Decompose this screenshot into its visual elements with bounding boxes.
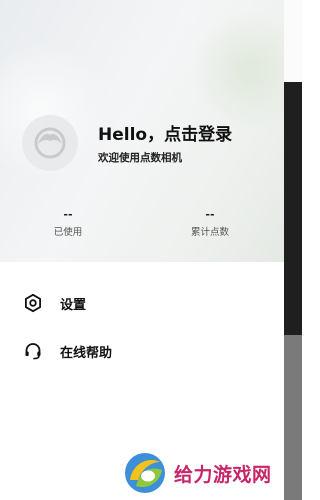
menu-item-settings-label: 设置 [60,297,87,313]
stat-used-value: -- [63,208,73,221]
stat-used: -- 已使用 [28,208,108,238]
watermark-logo-icon [125,453,165,493]
background-scrim-lower [284,335,302,500]
avatar[interactable] [22,115,78,171]
menu-item-online-help[interactable]: 在线帮助 [22,336,262,366]
navigation-drawer: Hello，点击登录 欢迎使用点数相机 -- 已使用 -- 累计点数 设置 在线… [0,0,284,500]
headset-icon [22,340,44,362]
login-prompt[interactable]: Hello，点击登录 [98,120,232,145]
stat-total-points: -- 累计点数 [170,208,250,238]
menu-item-online-help-label: 在线帮助 [60,345,113,361]
settings-icon [22,292,44,314]
stat-used-label: 已使用 [53,227,83,238]
profile-header[interactable]: Hello，点击登录 欢迎使用点数相机 -- 已使用 -- 累计点数 [0,0,284,262]
stat-total-points-value: -- [205,208,215,221]
watermark-text: 给力游戏网 [174,463,272,486]
menu-item-settings[interactable]: 设置 [22,288,262,318]
content-edge [284,0,302,82]
default-avatar-icon [34,127,66,159]
watermark: 给力游戏网 [122,450,302,496]
welcome-subtitle: 欢迎使用点数相机 [98,152,182,164]
header-background-decoration [190,10,284,130]
stat-total-points-label: 累计点数 [190,227,229,238]
